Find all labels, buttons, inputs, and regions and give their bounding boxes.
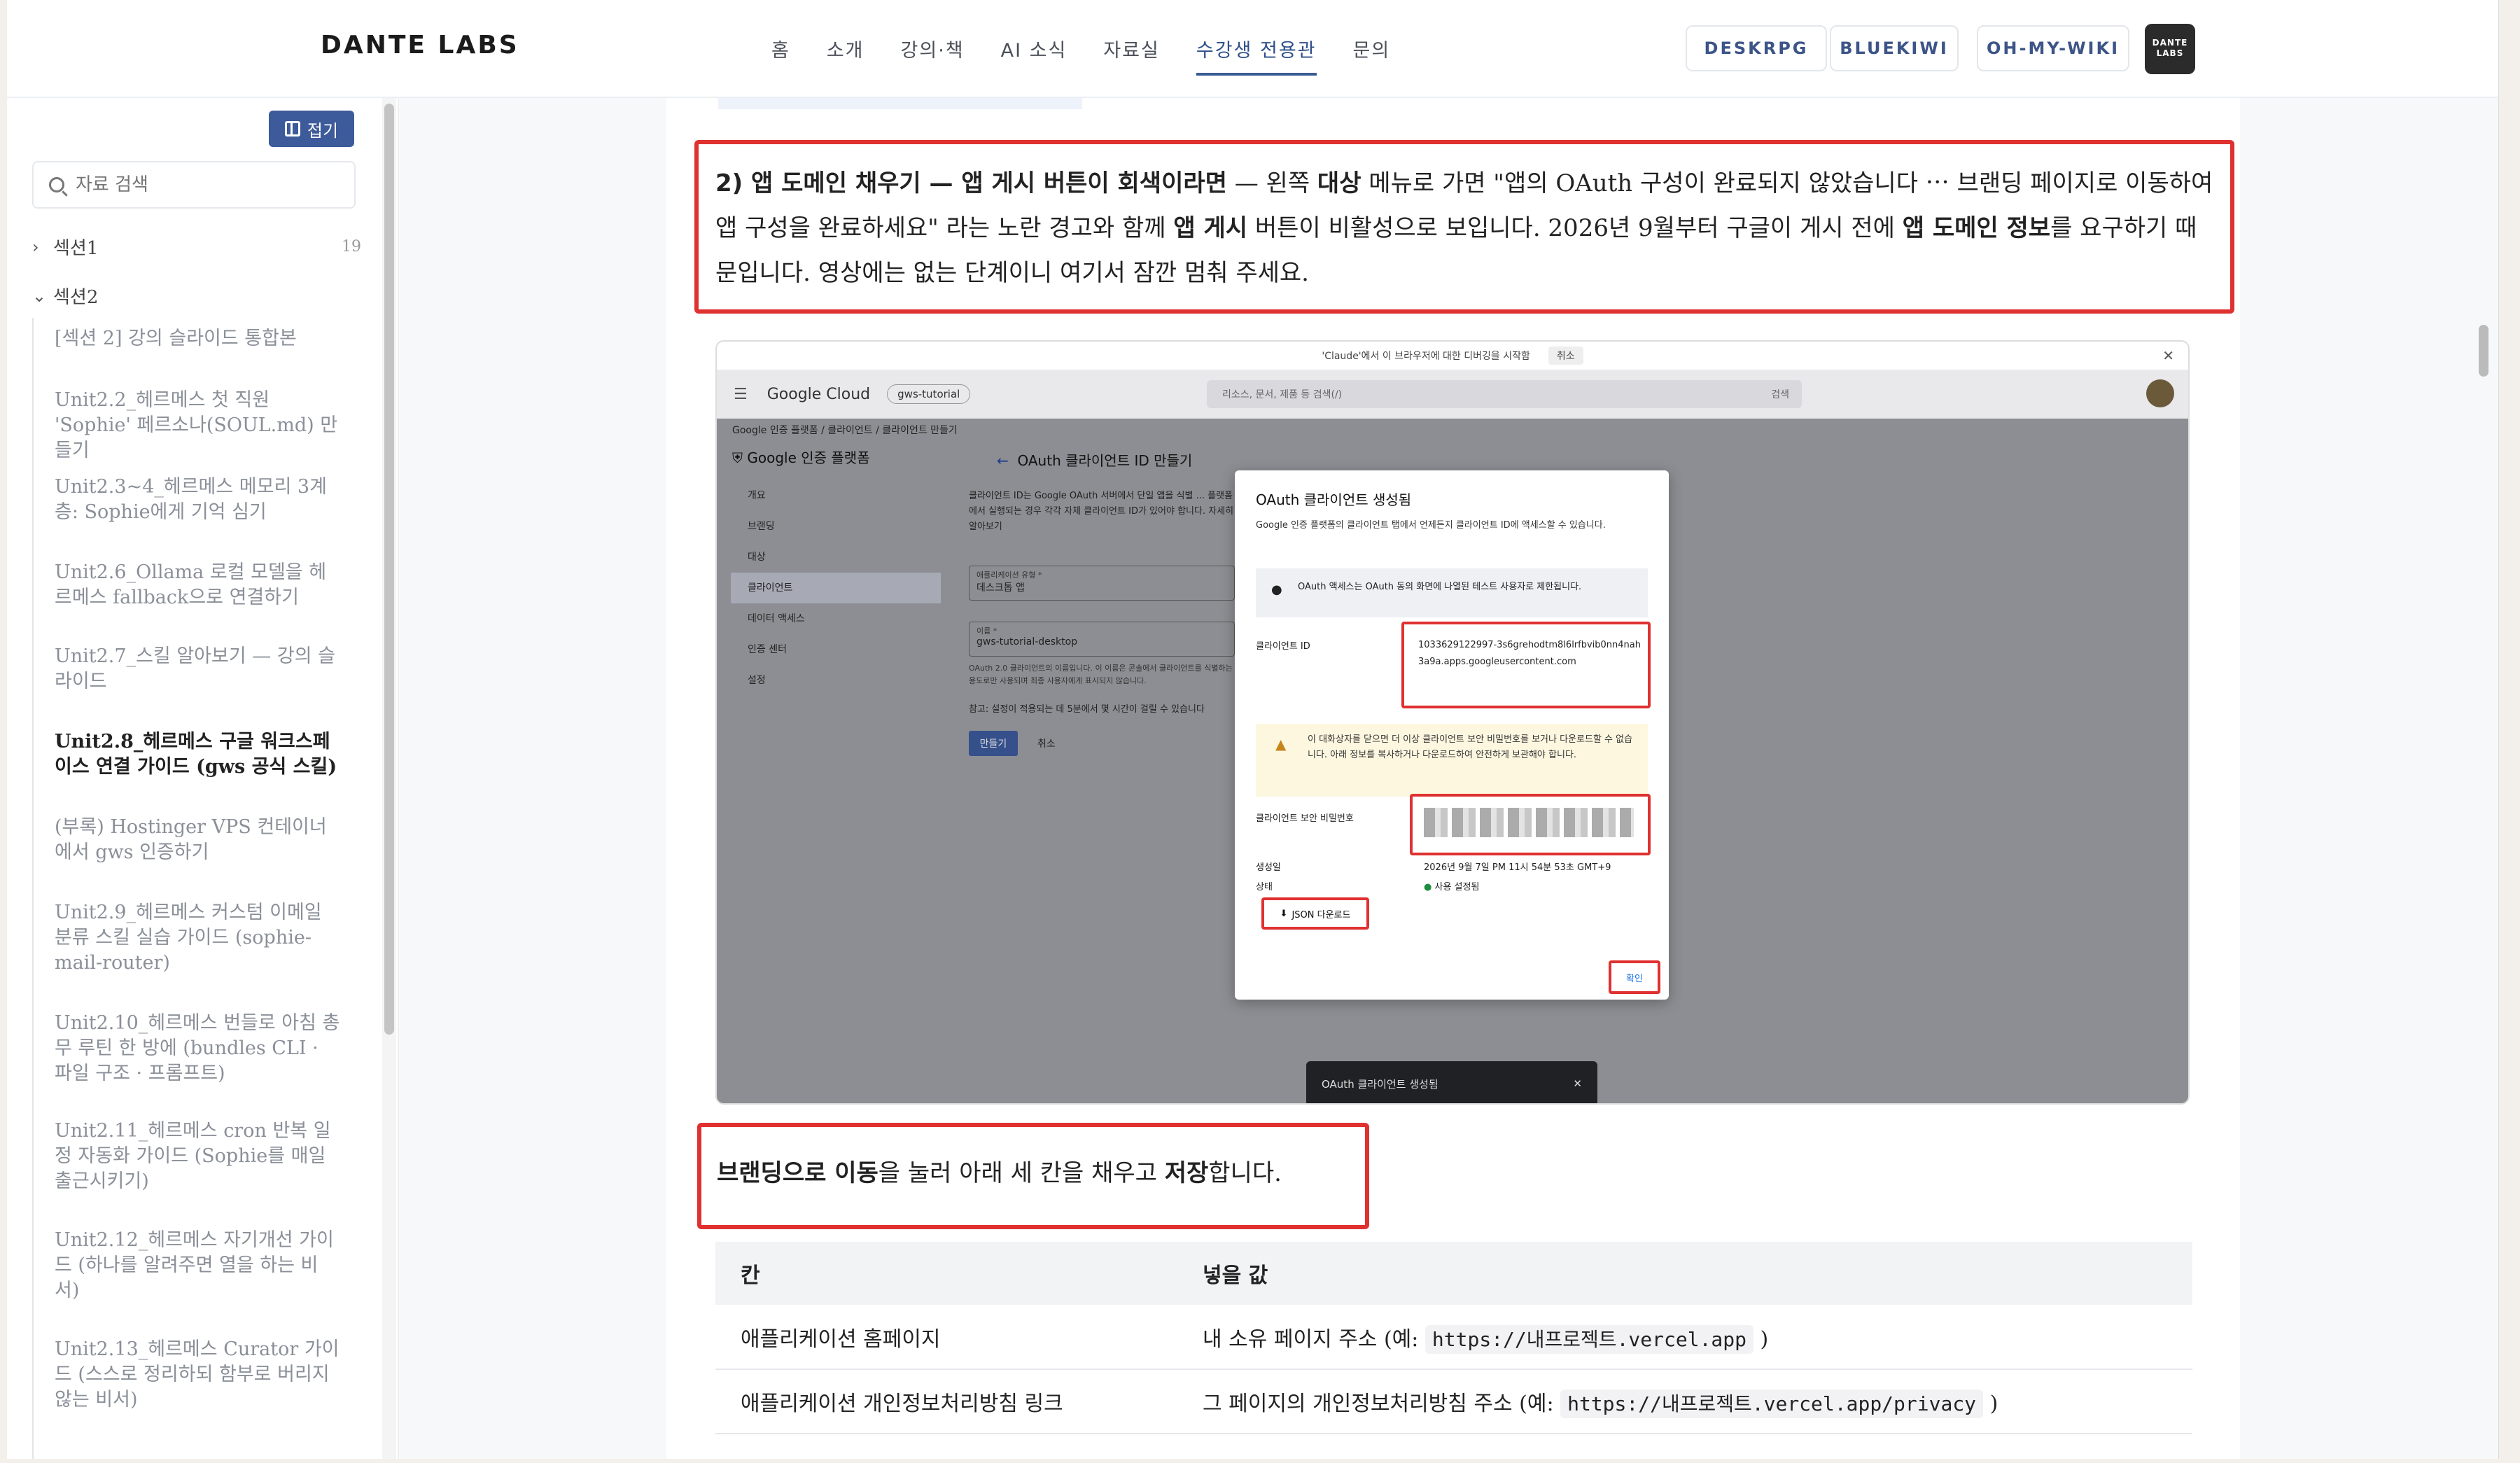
platform-title: ⛨ Google 인증 플랫폼 — [732, 449, 870, 466]
sidebar-scroll-thumb[interactable] — [384, 104, 394, 1035]
info-icon: ● — [1271, 582, 1282, 597]
ok-highlight: 확인 — [1609, 960, 1660, 994]
sidebar-item[interactable]: (부록) Hostinger VPS 컨테이너에서 gws 인증하기 — [34, 815, 342, 865]
column-header: 넣을 값 — [1177, 1242, 2192, 1305]
gc-search: 리소스, 문서, 제품 등 검색(/) 검색 — [1207, 380, 1802, 408]
sidebar-item[interactable]: Unit2.3~4_헤르메스 메모리 3계층: Sophie에게 기억 심기 — [34, 475, 342, 525]
sidebar-item[interactable]: Unit2.10_헤르메스 번들로 아침 총무 루틴 한 방에 (bundles… — [34, 1011, 342, 1086]
oauth-created-dialog: OAuth 클라이언트 생성됨 Google 인증 플랫폼의 클라이언트 탭에서… — [1235, 470, 1669, 1000]
table-cell: 내 소유 페이지 주소 (예: https://내프로젝트.vercel.app… — [1177, 1305, 2192, 1370]
section-1[interactable]: › 섹션1 19 — [32, 234, 361, 260]
json-download-highlight: ⬇ JSON 다운로드 — [1261, 897, 1369, 930]
branding-paragraph: 브랜딩으로 이동을 눌러 아래 세 칸을 채우고 저장합니다. — [717, 1159, 1282, 1187]
nav-ai-news[interactable]: AI 소식 — [1001, 35, 1068, 76]
download-icon: ⬇ — [1280, 908, 1288, 919]
page-scroll-thumb[interactable] — [2479, 325, 2488, 377]
nav-resources[interactable]: 자료실 — [1103, 35, 1160, 76]
previous-block — [718, 98, 1082, 109]
section-2-items: [섹션 2] 강의 슬라이드 통합본 Unit2.2_헤르메스 첫 직원 'So… — [32, 318, 365, 1459]
deskrpg-button[interactable]: DESKRPG — [1686, 25, 1827, 71]
secret-highlight — [1410, 794, 1651, 855]
sidebar-item[interactable]: [섹션 2] 강의 슬라이드 통합본 — [34, 326, 342, 351]
table-cell: 애플리케이션 홈페이지 — [715, 1305, 1177, 1370]
column-header: 칸 — [715, 1242, 1177, 1305]
sidebar-item-active[interactable]: Unit2.8_헤르메스 구글 워크스페이스 연결 가이드 (gws 공식 스킬… — [34, 729, 342, 780]
table-cell: 애플리케이션 개인정보처리방침 링크 — [715, 1369, 1177, 1434]
warning-icon: ▲ — [1275, 736, 1287, 752]
section-2[interactable]: ⌄ 섹션2 — [32, 283, 361, 309]
article: 2) 앱 도메인 채우기 — 앱 게시 버튼이 회색이라면 — 왼쪽 대상 메뉴… — [666, 98, 2240, 1459]
chevron-right-icon: › — [32, 237, 39, 257]
sidebar-item[interactable]: Unit2.11_헤르메스 cron 반복 일정 자동화 가이드 (Sophie… — [34, 1119, 342, 1194]
nav-courses[interactable]: 강의·책 — [901, 35, 965, 76]
client-id-highlight — [1401, 622, 1651, 708]
site-header: DANTE LABS 홈 소개 강의·책 AI 소식 자료실 수강생 전용관 문… — [7, 0, 2498, 98]
chevron-down-icon: ⌄ — [32, 286, 47, 306]
gc-header: ☰ Google Cloud gws-tutorial 리소스, 문서, 제품 … — [717, 370, 2188, 419]
app-type-field: 애플리케이션 유형 * 데스크톱 앱 — [969, 566, 1235, 601]
nav-home[interactable]: 홈 — [771, 35, 790, 76]
gc-left-menu: 개요 브랜딩 대상 클라이언트 데이터 액세스 인증 센터 설정 — [731, 480, 941, 696]
sidebar-item[interactable]: Unit2.9_헤르메스 커스텀 이메일 분류 스킬 실습 가이드 (sophi… — [34, 900, 342, 976]
oh-my-wiki-button[interactable]: OH-MY-WIKI — [1977, 25, 2129, 71]
table-cell: 그 페이지의 개인정보처리방침 주소 (예: https://내프로젝트.ver… — [1177, 1369, 2192, 1434]
dante-labs-badge[interactable]: DANTE LABS — [2145, 24, 2195, 74]
page-title: ← OAuth 클라이언트 ID 만들기 — [997, 452, 1193, 469]
warning-note: ▲ 이 대화상자를 닫으면 더 이상 클라이언트 보안 비밀번호를 보거나 다운… — [1256, 724, 1648, 797]
table-row: 애플리케이션 홈페이지 내 소유 페이지 주소 (예: https://내프로젝… — [715, 1305, 2192, 1370]
sidebar-item[interactable]: Unit2.7_스킬 알아보기 — 강의 슬라이드 — [34, 644, 342, 694]
sidebar-item[interactable]: Unit2.2_헤르메스 첫 직원 'Sophie' 페르소나(SOUL.md)… — [34, 388, 342, 463]
check-icon: ● — [1424, 882, 1432, 892]
step2-paragraph: 2) 앱 도메인 채우기 — 앱 게시 버튼이 회색이라면 — 왼쪽 대상 메뉴… — [715, 169, 2213, 287]
sidebar-item[interactable]: Unit2.6_Ollama 로컬 모델을 헤르메스 fallback으로 연결… — [34, 560, 342, 610]
bluekiwi-button[interactable]: BLUEKIWI — [1830, 25, 1959, 71]
nav-about[interactable]: 소개 — [827, 35, 864, 76]
avatar — [2146, 379, 2174, 407]
sidebar-item[interactable]: Unit2.13_헤르메스 Curator 가이드 (스스로 정리하되 함부로 … — [34, 1337, 342, 1413]
name-field: 이름 * gws-tutorial-desktop — [969, 622, 1235, 657]
sidebar: 접기 › 섹션1 19 ⌄ 섹션2 [섹션 2] 강의 슬라이드 통합본 Uni… — [7, 98, 399, 1459]
section-count: 19 — [342, 238, 361, 255]
table-header-row: 칸 넣을 값 — [715, 1242, 2192, 1305]
main-area: 2) 앱 도메인 채우기 — 앱 게시 버튼이 회색이라면 — 왼쪽 대상 메뉴… — [399, 98, 2498, 1459]
close-icon: ✕ — [2162, 347, 2174, 364]
site-logo[interactable]: DANTE LABS — [321, 31, 519, 59]
snackbar: OAuth 클라이언트 생성됨 ✕ — [1306, 1061, 1597, 1103]
back-arrow-icon: ← — [997, 452, 1009, 469]
branding-fields-table: 칸 넣을 값 애플리케이션 홈페이지 내 소유 페이지 주소 (예: https… — [715, 1242, 2192, 1434]
resource-search[interactable] — [32, 161, 356, 209]
nav-contact[interactable]: 문의 — [1353, 35, 1391, 76]
table-row: 애플리케이션 개인정보처리방침 링크 그 페이지의 개인정보처리방침 주소 (예… — [715, 1369, 2192, 1434]
debug-banner: 'Claude'에서 이 브라우저에 대한 디버깅을 시작함 취소 ✕ — [717, 342, 2188, 370]
menu-icon: ☰ — [734, 385, 748, 403]
search-icon — [49, 177, 64, 192]
info-note: ● OAuth 액세스는 OAuth 동의 화면에 나열된 테스트 사용자로 제… — [1256, 568, 1648, 617]
sidebar-item[interactable]: Unit2.12_헤르메스 자기개선 가이드 (하나를 알려주면 열을 하는 비… — [34, 1228, 342, 1303]
collapse-button[interactable]: 접기 — [269, 111, 354, 147]
status-enabled: ● 사용 설정됨 — [1424, 882, 1480, 892]
embedded-screenshot: 'Claude'에서 이 브라우저에 대한 디버깅을 시작함 취소 ✕ ☰ Go… — [715, 340, 2190, 1105]
nav-students[interactable]: 수강생 전용관 — [1196, 35, 1317, 76]
main-nav: 홈 소개 강의·책 AI 소식 자료실 수강생 전용관 문의 — [771, 35, 1427, 76]
sidebar-toggle-icon — [284, 121, 300, 136]
app-window: DANTE LABS 홈 소개 강의·책 AI 소식 자료실 수강생 전용관 문… — [7, 0, 2499, 1459]
search-input[interactable] — [76, 174, 328, 195]
